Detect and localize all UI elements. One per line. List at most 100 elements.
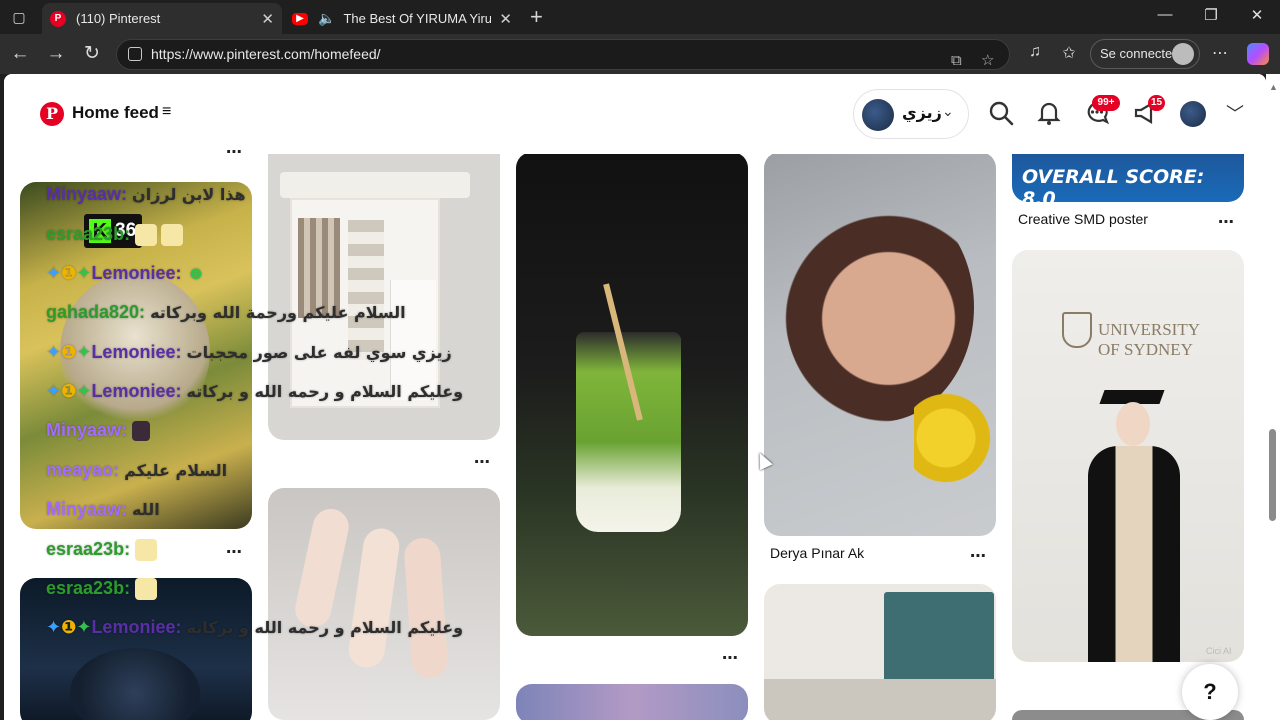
tab-title: (110) Pinterest bbox=[76, 11, 161, 26]
chat-line: Minyaaw: الله bbox=[46, 499, 160, 519]
chat-line: ✦❶✦Lemoniee: زيزي سوي لفه على صور محجبات bbox=[46, 342, 452, 362]
address-toolbar: ← → ↻ https://www.pinterest.com/homefeed… bbox=[0, 34, 1280, 74]
search-icon[interactable] bbox=[987, 100, 1015, 128]
pin-matcha[interactable] bbox=[516, 152, 748, 636]
badge-icon: ❶ bbox=[61, 342, 77, 362]
chat-line: meayao: السلام عليكم bbox=[46, 460, 228, 480]
speaker-icon[interactable]: 🔈 bbox=[318, 10, 335, 27]
pinterest-page: P Home feed ≡ زيزي ⌄ 99+ 15 ﹀ ⋯ ⋯ ⋯ ⋯ De… bbox=[4, 74, 1266, 720]
notifications-bell-icon[interactable] bbox=[1035, 100, 1063, 128]
score-text: OVERALL SCORE: 8.0 bbox=[1022, 166, 1205, 202]
pin-caption[interactable]: Derya Pınar Ak bbox=[770, 545, 864, 561]
badge-icon: ❶ bbox=[61, 263, 77, 283]
account-switcher[interactable]: زيزي ⌄ bbox=[853, 89, 969, 139]
tab-bar: ▢ P (110) Pinterest ✕ ▶ 🔈 The Best Of YI… bbox=[0, 0, 1280, 34]
page-title[interactable]: Home feed bbox=[72, 103, 159, 123]
badge-icon: ✦ bbox=[46, 263, 62, 283]
open-app-icon[interactable]: ⧉ bbox=[951, 46, 962, 75]
chat-line: esraa23b: bbox=[46, 224, 184, 247]
badge-icon: ✦ bbox=[46, 342, 62, 362]
pin-room[interactable] bbox=[764, 584, 996, 720]
chat-line: ✦❶✦Lemoniee: وعليكم السلام و رحمه الله و… bbox=[46, 617, 464, 637]
emote-icon: ☻ bbox=[186, 263, 206, 283]
close-icon[interactable]: ✕ bbox=[261, 10, 274, 28]
favorites-icon[interactable]: ✩ bbox=[1058, 43, 1080, 63]
grad-gown bbox=[1088, 446, 1180, 662]
chevron-down-icon: ⌄ bbox=[942, 103, 954, 119]
watermark: Cici AI bbox=[1206, 646, 1232, 656]
crest-icon bbox=[1062, 312, 1092, 348]
ironing-board bbox=[280, 172, 470, 198]
pin-options-icon[interactable]: ⋯ bbox=[226, 542, 243, 562]
menu-icon[interactable]: ≡ bbox=[162, 103, 171, 121]
emote-icon bbox=[135, 539, 158, 562]
pin-nails[interactable] bbox=[268, 488, 500, 720]
badge-icon: ✦ bbox=[76, 617, 92, 637]
tab-actions-icon[interactable]: ▢ bbox=[8, 7, 30, 27]
more-menu-icon[interactable]: ⋯ bbox=[1209, 43, 1231, 63]
chat-line: gahada820: السلام عليكم ورحمة الله وبركا… bbox=[46, 302, 406, 322]
restore-button[interactable]: ❐ bbox=[1196, 6, 1226, 24]
help-button[interactable]: ? bbox=[1182, 664, 1238, 720]
chat-line: Minyaaw: هذا لابن لرزان bbox=[46, 184, 246, 204]
copilot-icon[interactable] bbox=[1247, 43, 1269, 65]
chat-line: esraa23b: bbox=[46, 539, 158, 562]
badge-icon: ✦ bbox=[46, 617, 62, 637]
favorite-star-icon[interactable]: ☆ bbox=[981, 46, 994, 75]
chevron-down-icon[interactable]: ﹀ bbox=[1226, 100, 1244, 126]
pin-sky[interactable] bbox=[516, 684, 748, 720]
site-info-icon[interactable] bbox=[128, 47, 142, 61]
tab-youtube[interactable]: ▶ 🔈 The Best Of YIRUMA Yiruma ✕ bbox=[284, 3, 520, 34]
messages-badge: 99+ bbox=[1092, 95, 1120, 111]
pin-graduation[interactable]: UNIVERSITY OF SYDNEY Cici AI bbox=[1012, 250, 1244, 662]
minimize-button[interactable]: — bbox=[1150, 6, 1180, 23]
face-image bbox=[1116, 402, 1150, 446]
profile-avatar[interactable] bbox=[1180, 101, 1206, 127]
badge-icon: ✦ bbox=[46, 381, 62, 401]
pin-portrait[interactable] bbox=[764, 152, 996, 536]
new-tab-button[interactable]: + bbox=[530, 4, 543, 30]
teal-panel bbox=[884, 592, 994, 682]
pin-options-icon[interactable]: ⋯ bbox=[722, 648, 739, 668]
pin-caption[interactable]: Creative SMD poster bbox=[1018, 211, 1148, 227]
youtube-favicon-icon: ▶ bbox=[292, 12, 308, 25]
badge-icon: ❶ bbox=[61, 617, 77, 637]
pin-options-icon[interactable]: ⋯ bbox=[970, 546, 987, 566]
emote-icon bbox=[135, 578, 158, 601]
url-text: https://www.pinterest.com/homefeed/ bbox=[151, 46, 381, 62]
chat-line: Minyaaw: bbox=[46, 420, 151, 442]
close-window-button[interactable]: ✕ bbox=[1242, 6, 1272, 24]
pin-options-icon[interactable]: ⋯ bbox=[1218, 212, 1235, 232]
badge-icon: ✦ bbox=[76, 381, 92, 401]
emote-icon bbox=[161, 224, 184, 247]
sign-in-button[interactable]: Se connecter bbox=[1090, 39, 1200, 69]
tab-title: The Best Of YIRUMA Yiruma bbox=[343, 11, 492, 26]
pin-options-icon[interactable]: ⋯ bbox=[226, 142, 243, 162]
pinterest-favicon-icon: P bbox=[50, 10, 66, 27]
chat-line: ✦❶✦Lemoniee: وعليكم السلام و رحمه الله و… bbox=[46, 381, 464, 401]
chat-line: ✦❶✦Lemoniee: ☻ bbox=[46, 263, 206, 283]
avatar bbox=[862, 99, 894, 131]
forward-button[interactable]: → bbox=[44, 42, 68, 66]
pinterest-logo-icon[interactable]: P bbox=[40, 102, 64, 126]
account-name: زيزي bbox=[902, 105, 942, 122]
close-icon[interactable]: ✕ bbox=[499, 10, 512, 28]
pinterest-header: P Home feed ≡ زيزي ⌄ 99+ 15 ﹀ bbox=[4, 74, 1266, 154]
media-icon[interactable]: ♫ bbox=[1024, 43, 1046, 61]
badge-icon: ❶ bbox=[61, 381, 77, 401]
university-text: UNIVERSITY OF SYDNEY bbox=[1098, 320, 1200, 359]
page-scrollbar[interactable]: ▲ bbox=[1266, 74, 1280, 720]
badge-icon: ✦ bbox=[76, 263, 92, 283]
profile-avatar-icon bbox=[1172, 43, 1194, 65]
yellow-flowers bbox=[914, 382, 994, 522]
updates-badge: 15 bbox=[1148, 95, 1165, 111]
refresh-button[interactable]: ↻ bbox=[80, 42, 104, 66]
flower-image bbox=[70, 648, 200, 720]
tab-pinterest[interactable]: P (110) Pinterest ✕ bbox=[42, 3, 282, 34]
back-button[interactable]: ← bbox=[8, 42, 32, 66]
url-field[interactable]: https://www.pinterest.com/homefeed/ ⧉ ☆ bbox=[116, 39, 1010, 70]
scrollbar-thumb[interactable] bbox=[1269, 429, 1276, 521]
badge-icon: ✦ bbox=[76, 342, 92, 362]
pin-options-icon[interactable]: ⋯ bbox=[474, 452, 491, 472]
scroll-up-icon[interactable]: ▲ bbox=[1269, 82, 1278, 92]
